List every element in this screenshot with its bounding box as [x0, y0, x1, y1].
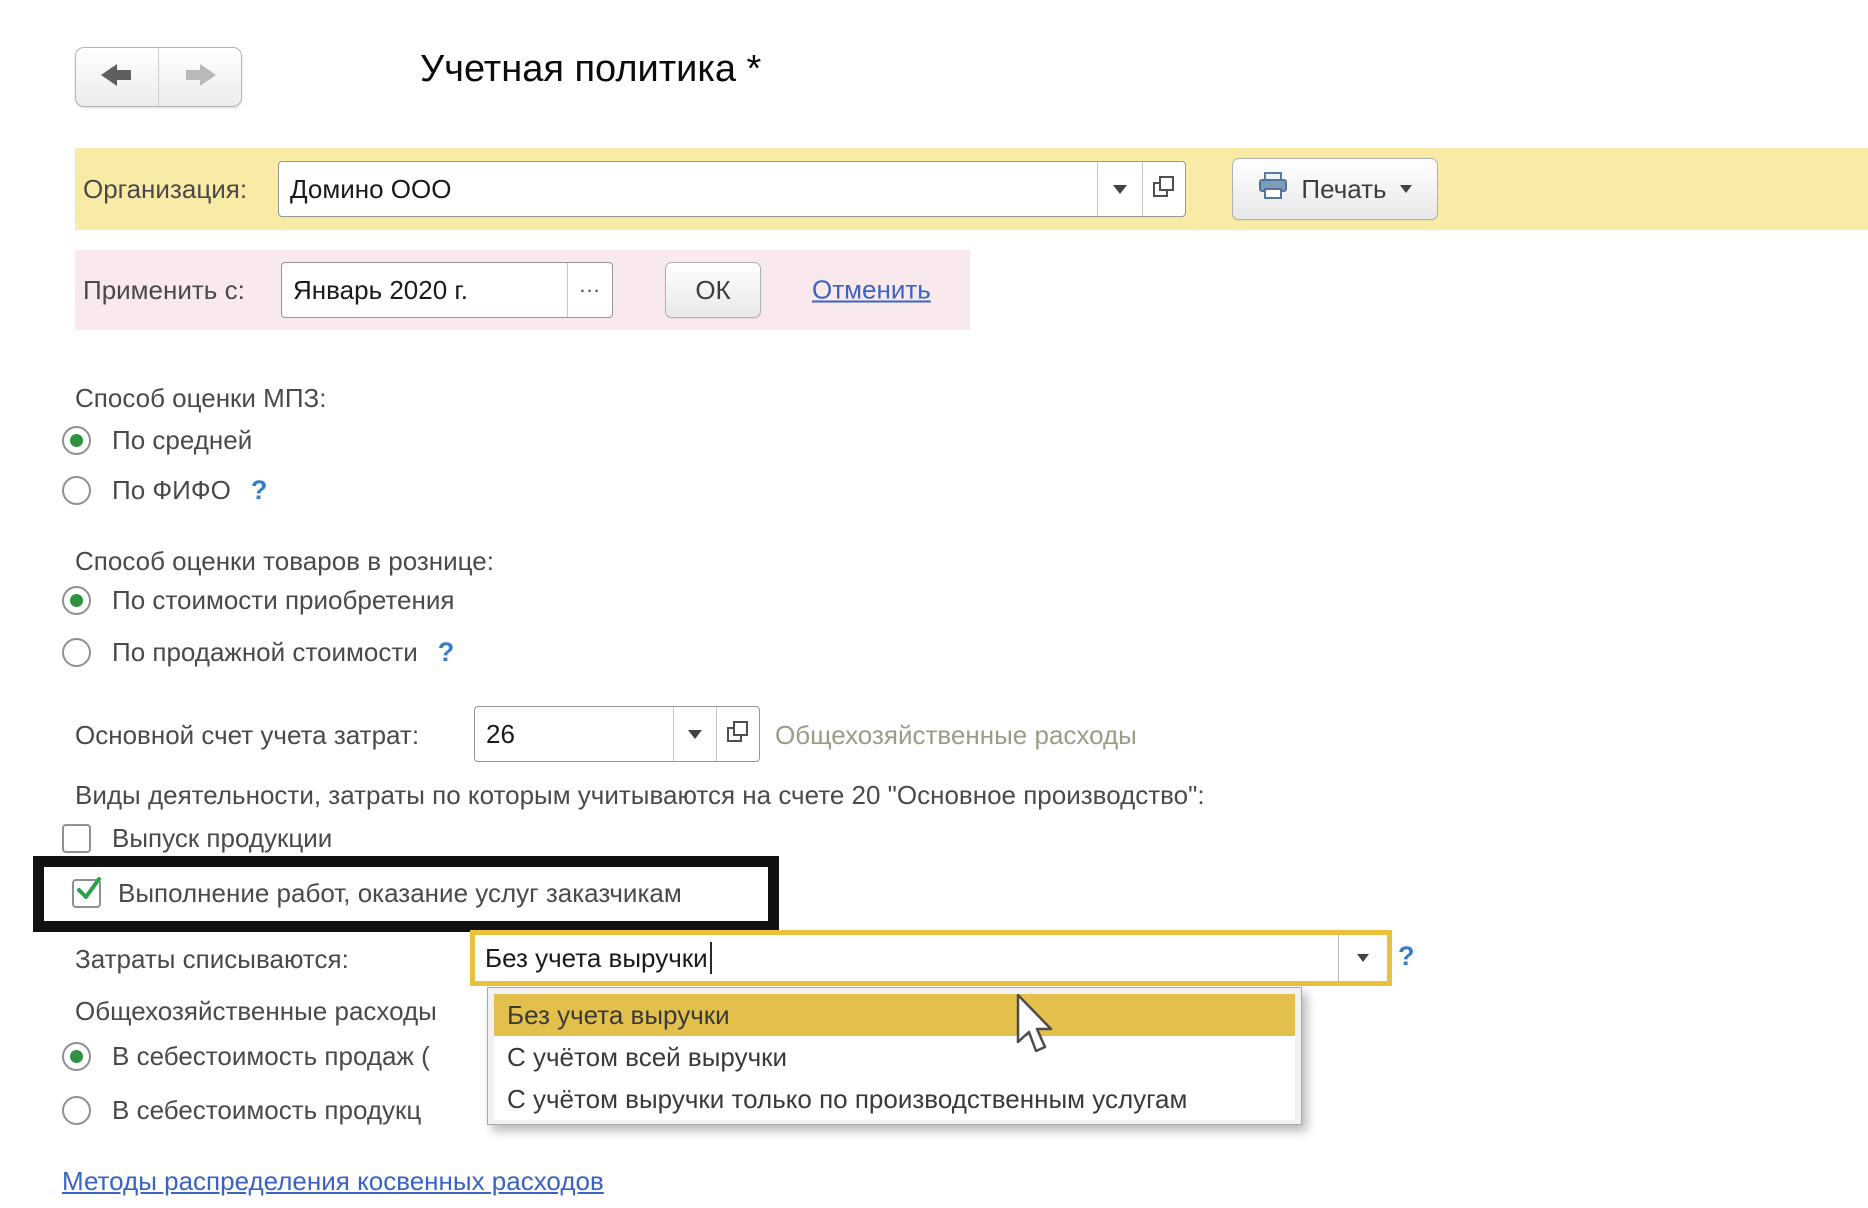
- page-title: Учетная политика *: [420, 48, 761, 91]
- organization-field[interactable]: Домино ООО: [278, 161, 1186, 217]
- nav-buttons: [75, 47, 242, 107]
- writeoff-dropdown-button[interactable]: [1338, 935, 1387, 981]
- organization-dropdown-button[interactable]: [1097, 162, 1142, 216]
- radio-po-fifo[interactable]: [62, 476, 91, 505]
- writeoff-label: Затраты списываются:: [75, 944, 349, 974]
- forward-button[interactable]: [158, 48, 241, 106]
- text-cursor: [710, 942, 712, 974]
- radio-po-stoimosti-priobreteniya-label: По стоимости приобретения: [112, 586, 454, 615]
- writeoff-combobox[interactable]: Без учета выручки: [470, 930, 1392, 986]
- writeoff-value[interactable]: Без учета выручки: [475, 935, 1338, 981]
- organization-label: Организация:: [83, 174, 247, 204]
- radio-po-sredney-label: По средней: [112, 426, 252, 455]
- writeoff-value-text: Без учета выручки: [485, 943, 708, 974]
- mouse-cursor: [1016, 994, 1056, 1061]
- option-text: По средней: [112, 425, 252, 456]
- radio-po-sredney[interactable]: [62, 426, 91, 455]
- option-text: По стоимости приобретения: [112, 585, 454, 616]
- date-more-button[interactable]: ...: [567, 263, 612, 317]
- chevron-down-icon: [1357, 954, 1369, 962]
- back-button[interactable]: [76, 48, 158, 106]
- cost-account-description: Общехозяйственные расходы: [775, 720, 1137, 751]
- indirect-costs-methods-link[interactable]: Методы распределения косвенных расходов: [62, 1166, 604, 1197]
- overhead-title: Общехозяйственные расходы: [75, 996, 437, 1026]
- radio-v-sebestoimost-produkcii[interactable]: [62, 1096, 91, 1125]
- cost-account-label: Основной счет учета затрат:: [75, 720, 419, 750]
- dropdown-option-s-uchetom-vyruchki-tolko[interactable]: С учётом выручки только по производствен…: [494, 1078, 1295, 1120]
- option-text: По продажной стоимости: [112, 637, 418, 668]
- radio-po-prodazhnoy-stoimosti-label: По продажной стоимости ?: [112, 638, 454, 667]
- chevron-down-icon: [1400, 185, 1412, 193]
- cost-account-dropdown-button[interactable]: [673, 707, 716, 761]
- retail-section-title: Способ оценки товаров в рознице:: [75, 546, 494, 576]
- print-button[interactable]: Печать: [1232, 158, 1438, 220]
- radio-po-stoimosti-priobreteniya[interactable]: [62, 586, 91, 615]
- writeoff-dropdown-list: Без учета выручки С учётом всей выручки …: [487, 987, 1302, 1125]
- organization-open-button[interactable]: [1142, 162, 1185, 216]
- option-text: Выполнение работ, оказание услуг заказчи…: [118, 878, 682, 909]
- dropdown-option-s-uchetom-vsey-vyruchki[interactable]: С учётом всей выручки: [494, 1036, 1295, 1078]
- checkbox-vypusk-produkcii-label: Выпуск продукции: [112, 824, 332, 853]
- cost-account-field[interactable]: 26: [474, 706, 760, 762]
- radio-v-sebestoimost-prodazh[interactable]: [62, 1042, 91, 1071]
- ellipsis-icon: ...: [579, 280, 600, 300]
- radio-v-sebestoimost-produkcii-label: В себестоимость продукц: [112, 1096, 421, 1125]
- organization-value[interactable]: Домино ООО: [279, 162, 1097, 216]
- cancel-link[interactable]: Отменить: [812, 275, 931, 306]
- checkbox-vypolnenie-rabot-label: Выполнение работ, оказание услуг заказчи…: [118, 879, 682, 908]
- option-text: В себестоимость продаж (: [112, 1041, 430, 1072]
- open-item-icon: [725, 719, 751, 750]
- ok-button-label: ОК: [695, 275, 730, 306]
- checkbox-vypolnenie-rabot[interactable]: [72, 879, 101, 908]
- mpz-section-title: Способ оценки МПЗ:: [75, 383, 326, 413]
- apply-bar: Применить с: Январь 2020 г. ... ОК Отмен…: [75, 250, 970, 330]
- cost-account-value[interactable]: 26: [475, 707, 673, 761]
- radio-po-fifo-label: По ФИФО ?: [112, 476, 267, 505]
- apply-date-field[interactable]: Январь 2020 г. ...: [281, 262, 613, 318]
- print-button-label: Печать: [1301, 174, 1386, 205]
- dropdown-option-bez-ucheta-vyruchki[interactable]: Без учета выручки: [494, 994, 1295, 1036]
- activities-title: Виды деятельности, затраты по которым уч…: [75, 780, 1205, 810]
- cost-account-open-button[interactable]: [716, 707, 759, 761]
- open-item-icon: [1151, 174, 1177, 205]
- help-question-link[interactable]: ?: [1398, 941, 1415, 972]
- option-text: По ФИФО: [112, 475, 231, 506]
- apply-from-label: Применить с:: [83, 275, 245, 305]
- option-text: В себестоимость продукц: [112, 1095, 421, 1126]
- help-question-link[interactable]: ?: [251, 475, 268, 506]
- checkbox-vypusk-produkcii[interactable]: [62, 824, 91, 853]
- forward-arrow-icon: [180, 62, 220, 93]
- chevron-down-icon: [1113, 185, 1127, 194]
- apply-date-value[interactable]: Январь 2020 г.: [282, 263, 567, 317]
- radio-po-prodazhnoy-stoimosti[interactable]: [62, 638, 91, 667]
- option-text: Выпуск продукции: [112, 823, 332, 854]
- ok-button[interactable]: ОК: [665, 262, 761, 318]
- chevron-down-icon: [688, 730, 702, 739]
- help-question-link[interactable]: ?: [438, 637, 455, 668]
- printer-icon: [1258, 172, 1288, 207]
- organization-bar: Организация: Домино ООО Печать: [75, 148, 1868, 230]
- accounting-policy-window: Учетная политика * Организация: Домино О…: [0, 0, 1868, 1208]
- radio-v-sebestoimost-prodazh-label: В себестоимость продаж (: [112, 1042, 430, 1071]
- checkmark-icon: [75, 876, 103, 909]
- back-arrow-icon: [97, 62, 137, 93]
